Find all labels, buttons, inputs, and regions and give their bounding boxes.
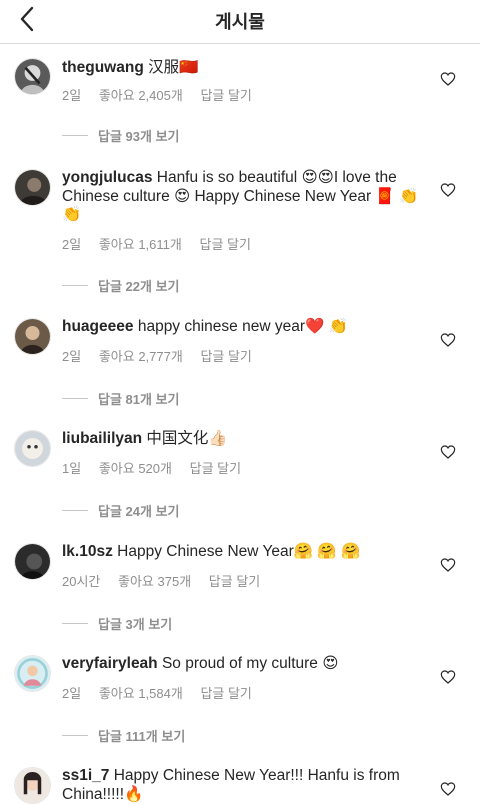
view-replies-label: 답글 24개 보기 xyxy=(98,504,180,519)
comment-time: 2일 xyxy=(62,237,82,252)
heart-icon xyxy=(440,332,456,348)
view-replies-label: 답글 22개 보기 xyxy=(98,279,180,294)
comment-username[interactable]: yongjulucas xyxy=(62,169,152,186)
view-replies-button[interactable]: 답글 22개 보기 xyxy=(62,276,179,295)
avatar[interactable] xyxy=(14,655,51,692)
comment-likes[interactable]: 좋아요 2,777개 xyxy=(99,349,183,364)
divider-line xyxy=(62,623,88,624)
comment-likes[interactable]: 좋아요 2,405개 xyxy=(99,88,183,103)
comment-username[interactable]: liubaililyan xyxy=(62,430,142,447)
comment-body: Happy Chinese New Year!!! Hanfu is from … xyxy=(62,767,400,803)
comment-meta: 20시간 좋아요 375개 답글 달기 xyxy=(62,571,274,590)
avatar[interactable] xyxy=(14,58,51,95)
heart-icon xyxy=(440,669,456,685)
reply-button[interactable]: 답글 달기 xyxy=(209,574,260,589)
comment-meta: 2일 좋아요 1,584개 답글 달기 xyxy=(62,683,266,702)
reply-button[interactable]: 답글 달기 xyxy=(200,686,251,701)
like-button[interactable] xyxy=(440,71,456,87)
like-button[interactable] xyxy=(440,444,456,460)
heart-icon xyxy=(440,182,456,198)
view-replies-button[interactable]: 답글 111개 보기 xyxy=(62,726,185,745)
like-button[interactable] xyxy=(440,669,456,685)
divider-line xyxy=(62,135,88,136)
comment-body: happy chinese new year❤️ 👏 xyxy=(137,318,348,335)
reply-button[interactable]: 답글 달기 xyxy=(199,237,250,252)
view-replies-button[interactable]: 답글 3개 보기 xyxy=(62,614,172,633)
comment-likes[interactable]: 좋아요 375개 xyxy=(118,574,191,589)
divider-line xyxy=(62,398,88,399)
comment-body: 中国文化👍🏻 xyxy=(146,430,228,447)
like-button[interactable] xyxy=(440,781,456,797)
comment-meta: 2일 좋아요 1,611개 답글 달기 xyxy=(62,234,265,253)
comment-meta: 1일 좋아요 520개 답글 달기 xyxy=(62,458,255,477)
comment-username[interactable]: huageeee xyxy=(62,318,134,335)
comment-username[interactable]: theguwang xyxy=(62,59,144,76)
view-replies-label: 답글 93개 보기 xyxy=(98,129,180,144)
like-button[interactable] xyxy=(440,182,456,198)
reply-button[interactable]: 답글 달기 xyxy=(200,349,251,364)
comment-username[interactable]: veryfairyleah xyxy=(62,655,158,672)
comment-time: 1일 xyxy=(62,461,82,476)
view-replies-button[interactable]: 답글 24개 보기 xyxy=(62,501,179,520)
comment-username[interactable]: lk.10sz xyxy=(62,543,113,560)
comment-time: 2일 xyxy=(62,686,82,701)
like-button[interactable] xyxy=(440,557,456,573)
comment-body: Happy Chinese New Year🤗 🤗 🤗 xyxy=(117,543,361,560)
comment-time: 2일 xyxy=(62,88,82,103)
comment-username[interactable]: ss1i_7 xyxy=(62,767,109,784)
reply-button[interactable]: 답글 달기 xyxy=(200,88,251,103)
top-bar: 게시물 xyxy=(0,0,480,44)
avatar[interactable] xyxy=(14,430,51,467)
heart-icon xyxy=(440,71,456,87)
comment-text: ss1i_7 Happy Chinese New Year!!! Hanfu i… xyxy=(62,767,424,804)
reply-button[interactable]: 답글 달기 xyxy=(190,461,241,476)
like-button[interactable] xyxy=(440,332,456,348)
avatar[interactable] xyxy=(14,767,51,804)
view-replies-label: 답글 3개 보기 xyxy=(98,617,173,632)
china-flag-emoji: 🇨🇳 xyxy=(179,58,199,76)
view-replies-button[interactable]: 답글 81개 보기 xyxy=(62,389,179,408)
view-replies-label: 답글 81개 보기 xyxy=(98,392,180,407)
comment-text: veryfairyleah So proud of my culture 😍 xyxy=(62,655,424,674)
avatar[interactable] xyxy=(14,169,51,206)
comment-likes[interactable]: 좋아요 1,584개 xyxy=(99,686,183,701)
divider-line xyxy=(62,735,88,736)
comment-text: liubaililyan 中国文化👍🏻 xyxy=(62,430,424,449)
avatar[interactable] xyxy=(14,318,51,355)
view-replies-label: 답글 111개 보기 xyxy=(98,729,186,744)
comment-body: So proud of my culture 😍 xyxy=(161,655,339,672)
heart-icon xyxy=(440,781,456,797)
comment-likes[interactable]: 좋아요 520개 xyxy=(99,461,172,476)
comment-text: lk.10sz Happy Chinese New Year🤗 🤗 🤗 xyxy=(62,543,424,562)
heart-icon xyxy=(440,444,456,460)
comment-body: 汉服 xyxy=(148,59,180,76)
comment-time: 2일 xyxy=(62,349,82,364)
divider-line xyxy=(62,510,88,511)
heart-icon xyxy=(440,557,456,573)
comment-time: 20시간 xyxy=(62,574,101,589)
comment-text: huageeee happy chinese new year❤️ 👏 xyxy=(62,318,424,337)
divider-line xyxy=(62,285,88,286)
avatar[interactable] xyxy=(14,543,51,580)
comment-text: theguwang 汉服🇨🇳 xyxy=(62,58,424,78)
comment-meta: 2일 좋아요 2,777개 답글 달기 xyxy=(62,346,266,365)
comment-likes[interactable]: 좋아요 1,611개 xyxy=(99,237,182,252)
page-title: 게시물 xyxy=(215,12,265,32)
view-replies-button[interactable]: 답글 93개 보기 xyxy=(62,126,179,145)
comment-meta: 2일 좋아요 2,405개 답글 달기 xyxy=(62,85,266,104)
comment-text: yongjulucas Hanfu is so beautiful 😍😍I lo… xyxy=(62,169,424,225)
